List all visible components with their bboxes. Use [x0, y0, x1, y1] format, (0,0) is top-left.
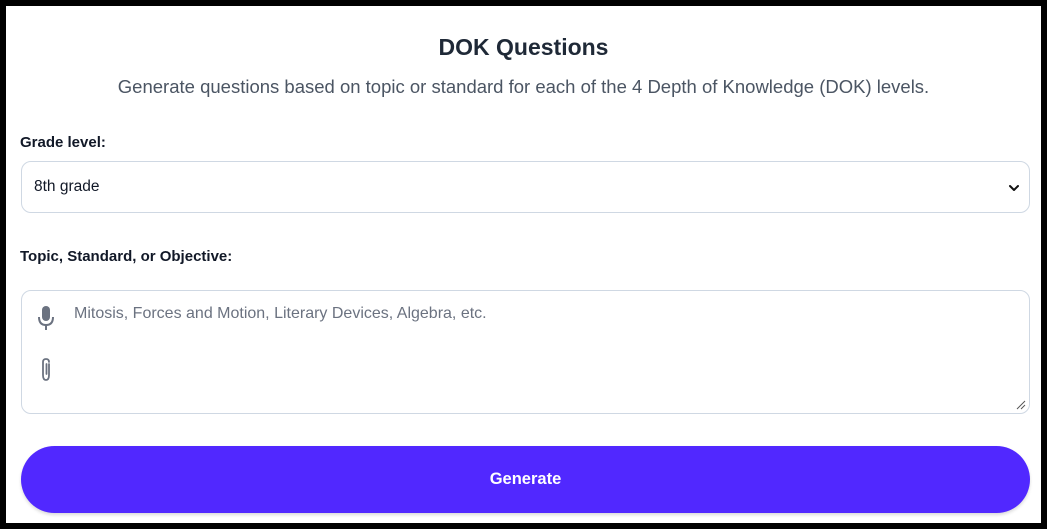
grade-level-selected-value: 8th grade	[34, 178, 100, 195]
paperclip-icon[interactable]	[38, 357, 54, 383]
topic-label: Topic, Standard, or Objective:	[20, 248, 233, 265]
microphone-icon[interactable]	[36, 305, 56, 331]
chevron-down-icon	[1009, 185, 1019, 191]
dok-questions-form: DOK Questions Generate questions based o…	[6, 6, 1041, 523]
generate-button[interactable]: Generate	[21, 446, 1030, 513]
grade-level-label: Grade level:	[20, 134, 106, 151]
grade-level-select[interactable]: 8th grade	[21, 161, 1030, 213]
resize-handle-icon[interactable]	[1016, 400, 1026, 410]
topic-placeholder: Mitosis, Forces and Motion, Literary Dev…	[74, 305, 487, 322]
topic-textarea[interactable]: Mitosis, Forces and Motion, Literary Dev…	[21, 290, 1030, 414]
page-title: DOK Questions	[438, 34, 609, 60]
page-subtitle: Generate questions based on topic or sta…	[117, 76, 930, 97]
